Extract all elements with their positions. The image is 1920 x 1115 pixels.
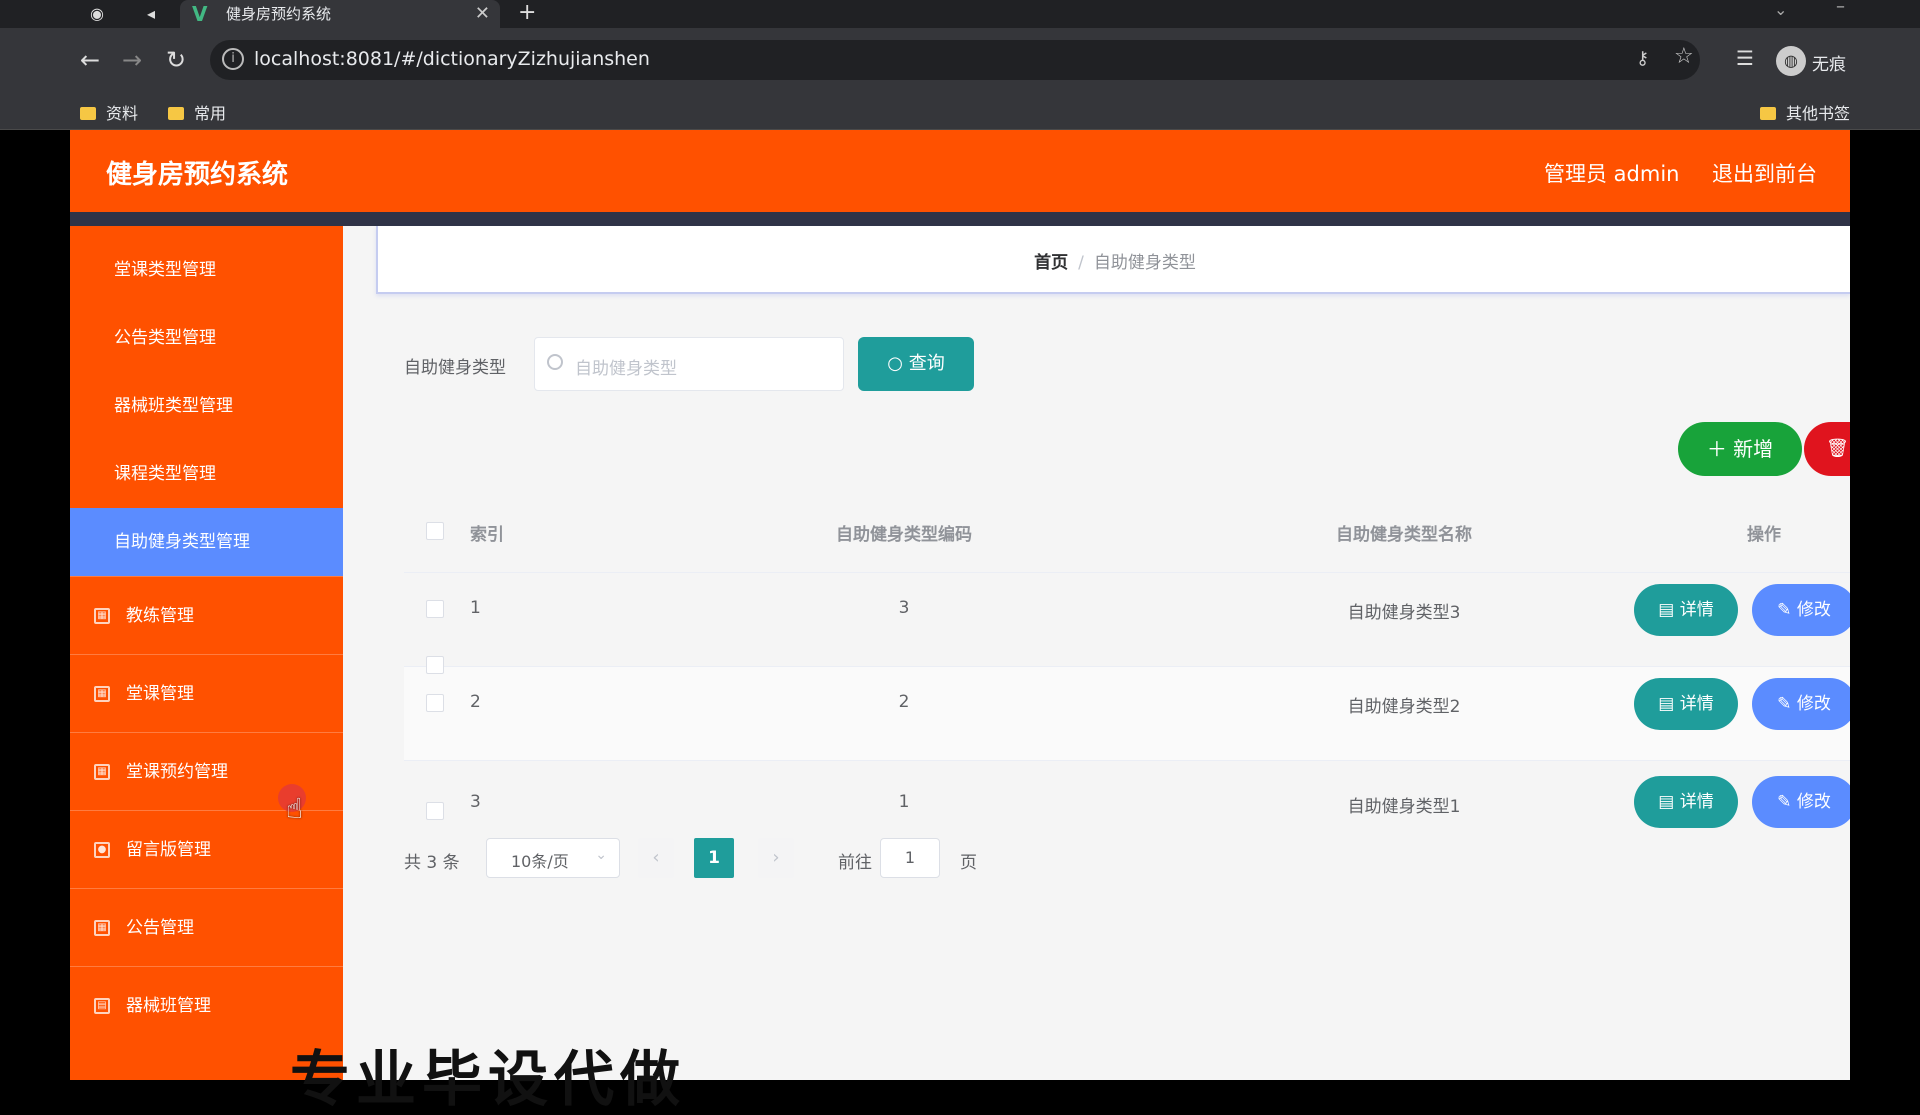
- grid-icon: ▦: [94, 764, 110, 780]
- window-minimize-icon[interactable]: –: [1836, 0, 1845, 17]
- header-divider: [70, 212, 1850, 226]
- goto-page-input[interactable]: 1: [880, 838, 940, 878]
- app-header: 健身房预约系统 管理员 admin 退出到前台: [70, 130, 1850, 212]
- goto-label: 前往: [838, 853, 872, 873]
- password-key-icon[interactable]: ⚷: [1636, 48, 1649, 69]
- batch-delete-button[interactable]: 🗑: [1804, 422, 1850, 476]
- pencil-icon: ✎: [1777, 792, 1797, 812]
- page-suffix: 页: [960, 853, 977, 873]
- cell-index: 3: [470, 792, 481, 812]
- add-button[interactable]: ＋ 新增: [1678, 422, 1802, 476]
- grid-icon: ▦: [94, 920, 110, 936]
- document-icon: ▤: [1658, 792, 1680, 812]
- bookmark-folder-ziliao[interactable]: 资料: [80, 100, 138, 124]
- browser-globe-icon[interactable]: ◉: [86, 4, 108, 24]
- mute-icon[interactable]: ◂: [140, 4, 162, 24]
- breadcrumb-home[interactable]: 首页: [1034, 253, 1068, 273]
- breadcrumb-card: 首页 / 自助健身类型: [376, 226, 1850, 294]
- page-number-button[interactable]: 1: [694, 838, 734, 878]
- sidebar-item-tangke[interactable]: ▦ 堂课管理: [70, 654, 343, 732]
- window-edge: [1850, 130, 1920, 1080]
- detail-button[interactable]: ▤ 详情: [1634, 776, 1738, 828]
- prev-page-button[interactable]: ‹: [638, 838, 674, 878]
- user-icon: ●: [94, 842, 110, 858]
- breadcrumb-separator: /: [1078, 253, 1084, 273]
- reload-icon[interactable]: ↻: [162, 48, 190, 72]
- sidebar-item-notice[interactable]: ▦ 公告管理: [70, 888, 343, 966]
- pagination: 共 3 条 10条/页 ⌄ ‹ 1 › 前往 1 页: [404, 838, 1104, 878]
- trash-icon: 🗑: [1826, 438, 1849, 459]
- chevron-down-icon: ⌄: [595, 847, 607, 863]
- table-row-3-layer: 3 1 自助健身类型1: [404, 492, 1850, 820]
- profile-label[interactable]: 无痕: [1812, 50, 1846, 75]
- admin-label: 管理员 admin: [1544, 162, 1680, 186]
- close-tab-icon[interactable]: ✕: [475, 0, 490, 28]
- url-input[interactable]: i localhost:8081/#/dictionaryZizhujiansh…: [210, 40, 1700, 80]
- cell-name: 自助健身类型1: [1347, 797, 1461, 817]
- breadcrumb: 首页 / 自助健身类型: [378, 248, 1850, 273]
- edit-button[interactable]: ✎ 修改: [1752, 776, 1856, 828]
- url-text[interactable]: localhost:8081/#/dictionaryZizhujianshen: [254, 48, 650, 70]
- browser-tab[interactable]: V 健身房预约系统 ✕: [180, 0, 500, 28]
- page-size-select[interactable]: 10条/页 ⌄: [486, 838, 620, 878]
- search-label: 自助健身类型: [404, 358, 506, 378]
- bookmarks-bar: 资料 常用 其他书签: [0, 92, 1920, 130]
- address-bar-row: ← → ↻ i localhost:8081/#/dictionaryZizhu…: [0, 28, 1920, 92]
- reading-list-icon[interactable]: ☰: [1736, 46, 1754, 70]
- bookmark-star-icon[interactable]: ☆: [1674, 44, 1694, 69]
- browser-tab-bar: ◉ ◂ V 健身房预约系统 ✕ + ⌄ –: [0, 0, 1920, 28]
- sidebar-item-notice-type[interactable]: 公告类型管理: [70, 304, 343, 372]
- incognito-avatar-icon[interactable]: ◍: [1776, 46, 1806, 76]
- bookmark-other[interactable]: 其他书签: [1760, 100, 1920, 124]
- grid-icon: ▦: [94, 608, 110, 624]
- cell-code: 1: [898, 792, 910, 812]
- sidebar-item-equipment-type[interactable]: 器械班类型管理: [70, 372, 343, 440]
- search-icon: ○: [887, 353, 909, 374]
- sidebar-item-selfhelp-type[interactable]: 自助健身类型管理: [70, 508, 343, 576]
- folder-icon: [168, 107, 184, 120]
- pagination-total: 共 3 条: [404, 853, 460, 873]
- back-icon[interactable]: ←: [76, 48, 104, 72]
- site-info-icon[interactable]: i: [222, 48, 244, 70]
- row-checkbox[interactable]: [426, 802, 444, 820]
- breadcrumb-current: 自助健身类型: [1093, 253, 1196, 273]
- grid-icon: ▦: [94, 686, 110, 702]
- next-page-button[interactable]: ›: [758, 838, 794, 878]
- sidebar-item-course-type[interactable]: 课程类型管理: [70, 440, 343, 508]
- forward-icon[interactable]: →: [118, 48, 146, 72]
- new-tab-icon[interactable]: +: [518, 0, 536, 26]
- chart-icon: ▤: [94, 998, 110, 1014]
- app-title: 健身房预约系统: [106, 160, 289, 190]
- tab-title: 健身房预约系统: [226, 5, 332, 23]
- plus-icon: ＋: [1706, 437, 1734, 461]
- query-button[interactable]: ○ 查询: [858, 337, 974, 391]
- search-icon: [547, 354, 563, 370]
- sidebar-item-equipment[interactable]: ▤ 器械班管理: [70, 966, 343, 1044]
- folder-icon: [1760, 107, 1776, 120]
- sidebar-item-coach[interactable]: ▦ 教练管理: [70, 576, 343, 654]
- logout-link[interactable]: 退出到前台: [1712, 158, 1817, 188]
- search-input[interactable]: 自助健身类型: [534, 337, 844, 391]
- tab-search-chevron-icon[interactable]: ⌄: [1774, 0, 1787, 19]
- sidebar: 堂课类型管理 公告类型管理 器械班类型管理 课程类型管理 自助健身类型管理 ▦ 教…: [70, 226, 343, 1080]
- search-placeholder: 自助健身类型: [575, 359, 677, 379]
- folder-icon: [80, 107, 96, 120]
- hand-cursor-icon: ☝: [286, 792, 304, 825]
- bookmark-folder-changyong[interactable]: 常用: [168, 100, 226, 124]
- vue-favicon-icon: V: [192, 2, 208, 26]
- sidebar-item-tangke-type[interactable]: 堂课类型管理: [70, 236, 343, 304]
- video-caption-overlay: 专业毕设代做: [290, 1045, 686, 1115]
